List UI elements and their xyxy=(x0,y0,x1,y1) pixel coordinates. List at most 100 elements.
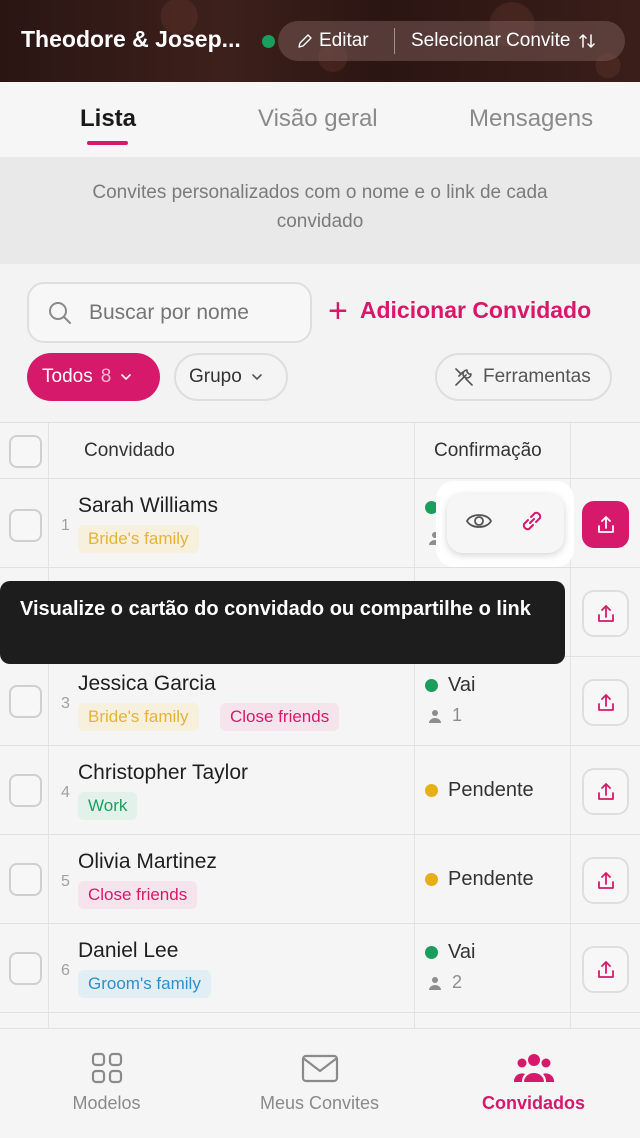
nav-my-invites[interactable]: Meus Convites xyxy=(213,1029,426,1138)
chevron-down-icon xyxy=(252,374,262,381)
row-number: 6 xyxy=(61,962,70,979)
search-input[interactable] xyxy=(89,300,259,325)
table-row[interactable]: 5 Olivia Martinez Close friends Pendente xyxy=(0,835,640,924)
filter-all-label: Todos xyxy=(42,366,93,387)
users-icon xyxy=(513,1054,554,1082)
table-row[interactable]: 6 Daniel Lee Groom's family Vai 2 xyxy=(0,924,640,1013)
share-icon xyxy=(597,871,614,889)
share-button[interactable] xyxy=(582,768,629,815)
copy-link-button[interactable] xyxy=(518,507,546,540)
filter-all-count: 8 xyxy=(100,366,112,387)
tag-grooms-family: Groom's family xyxy=(78,970,211,998)
add-guest-label: Adicionar Convidado xyxy=(359,297,592,323)
search-icon xyxy=(49,301,71,324)
status-dot xyxy=(425,784,438,797)
nav-my-invites-label: Meus Convites xyxy=(259,1093,380,1113)
edit-label: Editar xyxy=(319,30,369,51)
tag-close-friends: Close friends xyxy=(78,881,198,909)
filter-group-chip[interactable]: Grupo xyxy=(174,353,288,401)
filter-all-chip[interactable]: Todos 8 xyxy=(27,353,160,401)
eye-icon xyxy=(466,514,493,528)
tab-messages[interactable]: Mensagens xyxy=(469,105,593,133)
tab-list[interactable]: Lista xyxy=(80,105,136,133)
grid-icon xyxy=(91,1052,122,1084)
status: Pendente xyxy=(425,779,534,802)
table-row[interactable]: 4 Christopher Taylor Work Pendente xyxy=(0,746,640,835)
share-button[interactable] xyxy=(582,857,629,904)
row-checkbox[interactable] xyxy=(9,774,42,807)
person-icon xyxy=(429,709,441,723)
status: Vai xyxy=(425,674,475,697)
share-button[interactable] xyxy=(582,501,629,548)
tab-overview[interactable]: Visão geral xyxy=(258,105,378,133)
plus-icon: + xyxy=(328,291,348,330)
column-header-confirmation: Confirmação xyxy=(434,440,542,461)
chevron-down-icon xyxy=(121,374,132,381)
description-text: Convites personalizados com o nome e o l… xyxy=(0,157,640,264)
nav-templates-label: Modelos xyxy=(72,1093,141,1113)
link-icon xyxy=(522,511,541,531)
row-checkbox[interactable] xyxy=(9,685,42,718)
status: Pendente xyxy=(425,868,534,891)
onboarding-tooltip: Visualize o cartão do convidado ou compa… xyxy=(0,581,565,664)
tag-work: Work xyxy=(78,792,138,820)
tab-bar: Lista Visão geral Mensagens xyxy=(0,82,640,157)
nav-templates[interactable]: Modelos xyxy=(0,1029,213,1138)
filter-group-label: Grupo xyxy=(189,366,242,387)
status-label: Vai xyxy=(448,674,476,696)
nav-guests[interactable]: Convidados xyxy=(427,1029,640,1138)
select-invite-button[interactable]: Selecionar Convite xyxy=(395,30,596,52)
share-icon xyxy=(597,515,614,533)
search-box[interactable] xyxy=(27,282,312,343)
guest-name: Jessica Garcia xyxy=(78,672,216,695)
status-dot xyxy=(425,946,438,959)
bottom-navigation: Modelos Meus Convites Convidados xyxy=(0,1028,640,1138)
guest-count: 1 xyxy=(428,705,462,726)
view-card-button[interactable] xyxy=(465,510,493,537)
event-title[interactable]: Theodore & Josep... xyxy=(21,26,251,53)
share-button[interactable] xyxy=(582,679,629,726)
header-actions: Editar Selecionar Convite xyxy=(278,21,625,61)
active-tab-indicator xyxy=(87,141,128,145)
online-status-dot xyxy=(262,35,275,48)
add-guest-button[interactable]: + Adicionar Convidado xyxy=(328,291,592,330)
status-label: Vai xyxy=(448,941,476,963)
tools-icon xyxy=(455,368,473,386)
guest-name: Sarah Williams xyxy=(78,494,219,517)
sort-arrows-icon xyxy=(579,34,596,48)
column-header-guest: Convidado xyxy=(84,440,175,461)
row-number: 1 xyxy=(61,517,70,534)
row-checkbox[interactable] xyxy=(9,509,42,542)
share-icon xyxy=(597,782,614,800)
guest-count: 2 xyxy=(428,972,462,993)
status-label: Pendente xyxy=(448,779,534,801)
guest-count-value: 1 xyxy=(452,705,463,725)
guest-name: Daniel Lee xyxy=(78,939,179,962)
envelope-icon xyxy=(301,1054,338,1083)
tools-button[interactable]: Ferramentas xyxy=(435,353,612,401)
edit-button[interactable]: Editar xyxy=(278,30,394,52)
row-number: 4 xyxy=(61,784,70,801)
share-button[interactable] xyxy=(582,590,629,637)
status-dot xyxy=(425,873,438,886)
table-header: Convidado Confirmação xyxy=(0,423,640,479)
tag-brides-family: Bride's family xyxy=(78,525,199,553)
tag-brides-family: Bride's family xyxy=(78,703,199,731)
person-icon xyxy=(429,976,441,990)
nav-guests-label: Convidados xyxy=(481,1093,585,1113)
status-dot xyxy=(425,679,438,692)
select-all-checkbox[interactable] xyxy=(9,435,42,468)
guest-count-value: 2 xyxy=(452,972,463,992)
share-button[interactable] xyxy=(582,946,629,993)
table-row[interactable]: 3 Jessica Garcia Bride's family Close fr… xyxy=(0,657,640,746)
row-checkbox[interactable] xyxy=(9,863,42,896)
pencil-icon xyxy=(298,34,312,48)
status-label: Pendente xyxy=(448,868,534,890)
row-checkbox[interactable] xyxy=(9,952,42,985)
guest-name: Christopher Taylor xyxy=(78,761,249,784)
tools-label: Ferramentas xyxy=(483,366,591,387)
guest-actions-pill xyxy=(447,494,564,553)
guest-name: Olivia Martinez xyxy=(78,850,217,873)
row-number: 3 xyxy=(61,695,70,712)
tag-close-friends: Close friends xyxy=(220,703,340,731)
